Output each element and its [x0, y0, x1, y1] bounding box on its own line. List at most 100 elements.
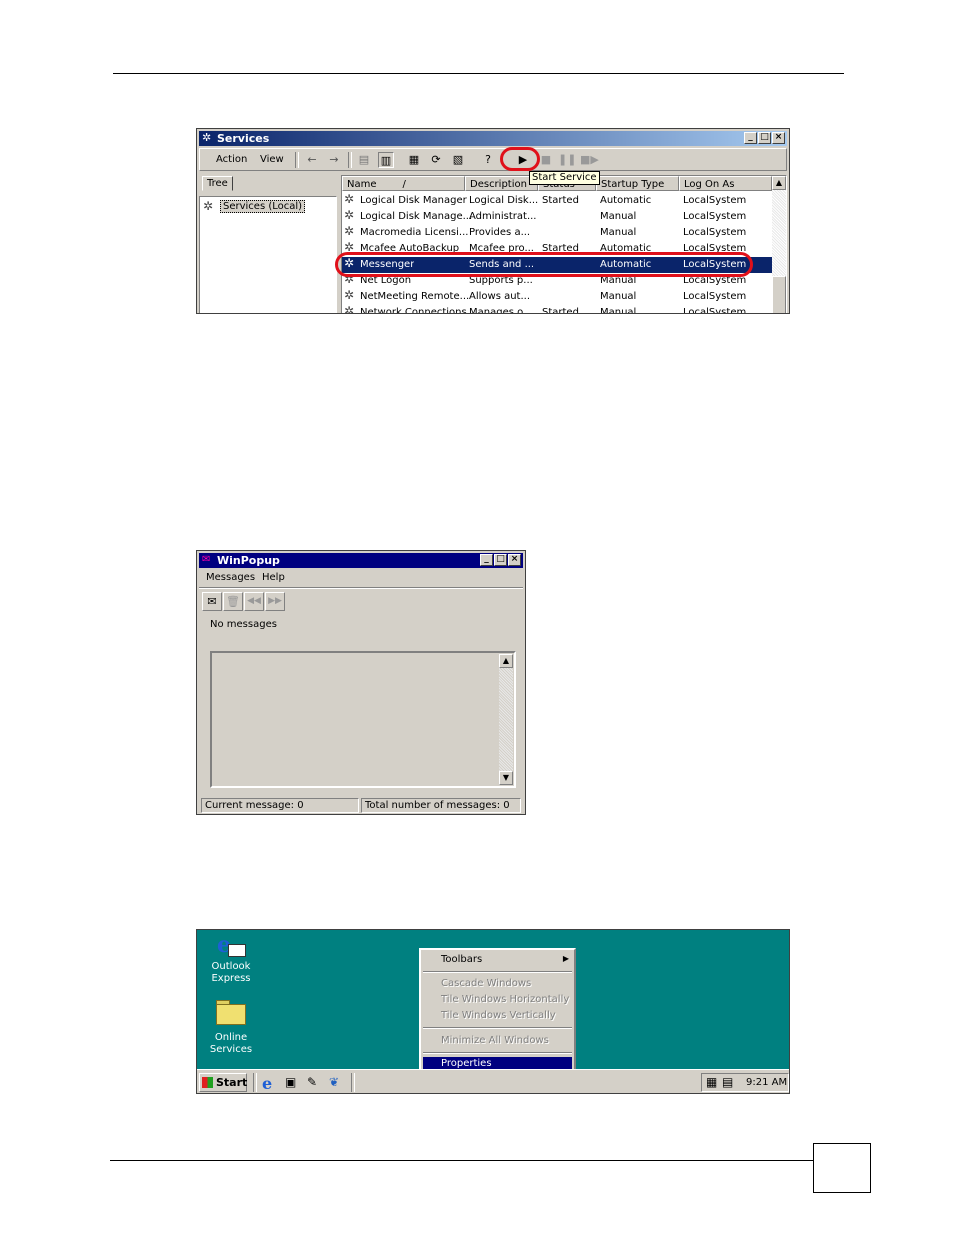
service-gear-icon: ✲ [344, 209, 355, 222]
message-scrollbar[interactable]: ▲ ▼ [499, 654, 513, 785]
forward-arrow-icon[interactable]: → [326, 152, 342, 168]
services-list: Name/ Description Status Startup Type Lo… [341, 175, 787, 314]
cell-name: Network Connections [360, 307, 467, 314]
winpopup-window: ✉ WinPopup _ □ × Messages Help ✉ 🗑 ◀◀ ▶▶… [196, 550, 526, 815]
maximize-button[interactable]: □ [494, 554, 507, 566]
table-row[interactable]: ✲ NetMeeting Remote... Allows aut... Manual… [342, 289, 772, 305]
previous-message-button[interactable]: ◀◀ [244, 592, 264, 611]
cell-startup: Manual [600, 291, 637, 302]
stop-service-icon[interactable]: ■ [538, 152, 554, 168]
services-titlebar[interactable]: ✲ Services _ □ × [199, 131, 787, 146]
next-message-button[interactable]: ▶▶ [265, 592, 285, 611]
quicklaunch-divider [253, 1073, 257, 1092]
winpopup-icon: ✉ [202, 554, 211, 565]
page-number-box [813, 1143, 871, 1193]
taskbar: Start e ▣ ✎ ❦ ▦ ▤ 9:21 AM [197, 1069, 789, 1093]
col-description[interactable]: Description [465, 176, 538, 191]
pause-service-icon[interactable]: ❚❚ [558, 152, 576, 168]
toolbar-divider [348, 152, 352, 168]
cell-logon: LocalSystem [683, 291, 747, 302]
col-name[interactable]: Name / [342, 176, 465, 191]
menu-separator [423, 1052, 572, 1054]
table-row[interactable]: ✲ Macromedia Licensi... Provides a... Manua… [342, 225, 772, 241]
menu-messages[interactable]: Messages [206, 572, 255, 583]
scroll-thumb[interactable] [772, 276, 786, 313]
ctx-tile-vertically[interactable]: Tile Windows Vertically [441, 1009, 556, 1023]
close-button[interactable]: × [772, 132, 785, 144]
services-toolbar: Action View ← → ▤ ▥ ▦ ⟳ ▧ ? ▶ ■ ❚❚ ■▶ [199, 148, 787, 171]
show-hide-tree-icon[interactable]: ▥ [378, 152, 394, 168]
services-window: ✲ Services _ □ × Action View ← → ▤ ▥ ▦ ⟳… [196, 128, 790, 314]
winpopup-titlebar[interactable]: ✉ WinPopup _ □ × [199, 553, 523, 568]
help-icon[interactable]: ? [480, 152, 496, 168]
channels-quicklaunch-icon[interactable]: ❦ [329, 1075, 339, 1089]
service-gear-icon: ✲ [344, 193, 355, 206]
col-startup-type[interactable]: Startup Type [596, 176, 679, 191]
start-service-highlight [500, 147, 540, 171]
table-row[interactable]: ✲ Logical Disk Manager Logical Disk... Star… [342, 193, 772, 209]
ie-quicklaunch-icon[interactable]: e [262, 1074, 272, 1093]
online-services-label[interactable]: Online Services [201, 1032, 261, 1056]
maximize-button[interactable]: □ [758, 132, 771, 144]
ctx-toolbars[interactable]: Toolbars [441, 953, 482, 967]
menu-action[interactable]: Action [216, 154, 247, 165]
back-arrow-icon[interactable]: ← [304, 152, 320, 168]
cell-name: Macromedia Licensi... [360, 227, 469, 238]
cell-logon: LocalSystem [683, 227, 747, 238]
restart-service-icon[interactable]: ■▶ [580, 152, 599, 168]
tree-tab[interactable]: Tree [202, 176, 233, 191]
message-area[interactable]: ▲ ▼ [210, 651, 516, 788]
start-button[interactable]: Start [199, 1073, 247, 1092]
windows-logo-icon [202, 1077, 213, 1088]
refresh-icon[interactable]: ⟳ [428, 152, 444, 168]
minimize-button[interactable]: _ [744, 132, 757, 144]
list-scrollbar[interactable]: ▲ [772, 176, 786, 313]
services-title: Services [217, 132, 270, 145]
table-row[interactable]: ✲ Network Connections Manages o... Started M… [342, 305, 772, 314]
ctx-minimize-all[interactable]: Minimize All Windows [441, 1034, 549, 1048]
scroll-down-button[interactable]: ▼ [499, 771, 513, 785]
menu-view[interactable]: View [260, 154, 284, 165]
clock[interactable]: 9:21 AM [746, 1077, 787, 1088]
scroll-up-button[interactable]: ▲ [772, 176, 786, 190]
discard-message-button[interactable]: 🗑 [223, 592, 243, 611]
export-list-icon[interactable]: ▧ [450, 152, 466, 168]
ctx-tile-horizontally[interactable]: Tile Windows Horizontally [441, 993, 569, 1007]
table-row[interactable]: ✲ Logical Disk Manage... Administrat... Man… [342, 209, 772, 225]
folder-icon[interactable]: ▤ [356, 152, 372, 168]
ctx-cascade-windows[interactable]: Cascade Windows [441, 977, 531, 991]
quicklaunch-divider [351, 1073, 355, 1092]
system-tray: ▦ ▤ 9:21 AM [701, 1073, 789, 1092]
col-log-on-as[interactable]: Log On As [679, 176, 772, 191]
outlook-quicklaunch-icon[interactable]: ✎ [307, 1075, 317, 1089]
taskbar-context-menu: Toolbars ▶ Cascade Windows Tile Windows … [419, 948, 576, 1076]
cell-desc: Administrat... [469, 211, 537, 222]
no-messages-label: No messages [210, 619, 277, 630]
scroll-up-button[interactable]: ▲ [499, 654, 513, 668]
cell-name: Logical Disk Manage... [360, 211, 473, 222]
cell-logon: LocalSystem [683, 211, 747, 222]
cell-startup: Manual [600, 307, 637, 314]
minimize-button[interactable]: _ [480, 554, 493, 566]
online-services-folder-icon[interactable] [216, 998, 246, 1025]
cell-startup: Automatic [600, 195, 652, 206]
cell-startup: Manual [600, 227, 637, 238]
menu-help[interactable]: Help [262, 572, 285, 583]
properties-icon[interactable]: ▦ [406, 152, 422, 168]
status-current-message: Current message: 0 [201, 798, 359, 813]
toolbar-divider [295, 152, 299, 168]
ctx-properties[interactable]: Properties [441, 1058, 492, 1069]
service-gear-icon: ✲ [344, 305, 355, 314]
outlook-express-label[interactable]: Outlook Express [201, 961, 261, 985]
service-gear-icon: ✲ [344, 289, 355, 302]
close-button[interactable]: × [508, 554, 521, 566]
send-message-button[interactable]: ✉ [202, 592, 222, 611]
network-tray-icon[interactable]: ▦ [706, 1075, 717, 1089]
show-desktop-icon[interactable]: ▣ [285, 1075, 296, 1089]
menu-divider [199, 587, 523, 589]
cell-desc: Provides a... [469, 227, 531, 238]
outlook-express-icon[interactable]: e [216, 932, 246, 958]
submenu-arrow-icon: ▶ [562, 954, 569, 963]
tree-item-services-local[interactable]: Services (Local) [220, 200, 306, 213]
volume-tray-icon[interactable]: ▤ [722, 1075, 733, 1089]
